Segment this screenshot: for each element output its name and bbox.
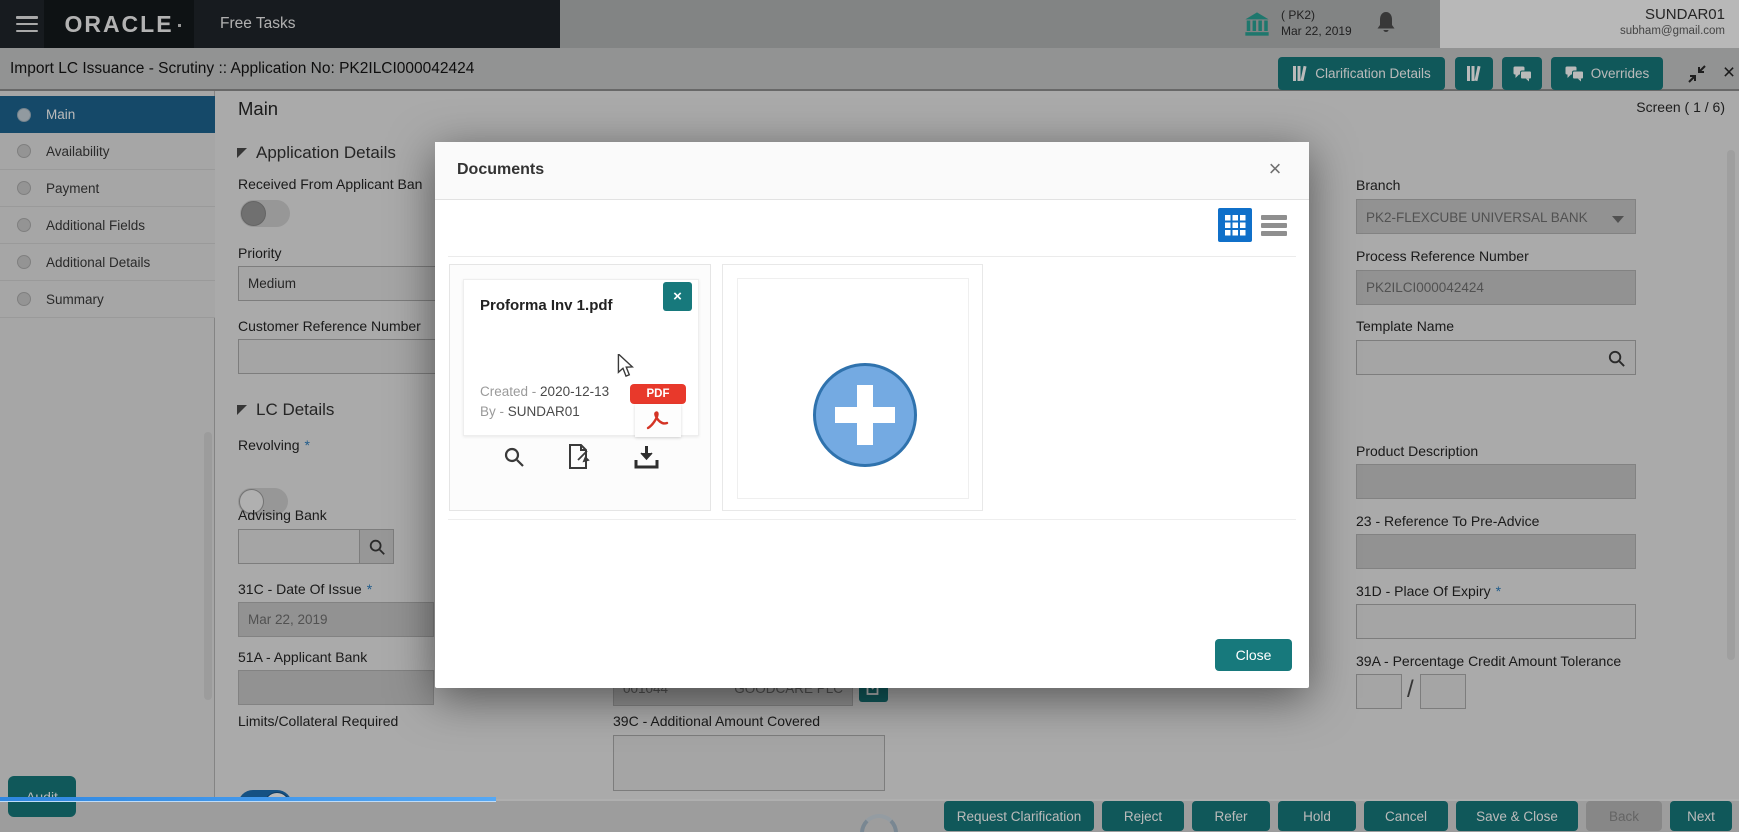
document-tile[interactable]: Proforma Inv 1.pdf × Created - 2020-12-1… <box>463 279 699 437</box>
list-view-toggle[interactable] <box>1261 215 1287 236</box>
documents-modal: Documents × Proforma Inv 1.pdf × Created… <box>435 142 1309 688</box>
mouse-cursor <box>615 354 637 378</box>
pdf-icon: PDF <box>630 384 686 437</box>
document-created: Created - 2020-12-13 <box>480 384 610 399</box>
divider <box>448 256 1296 257</box>
modal-header <box>435 142 1309 200</box>
modal-close-button[interactable]: Close <box>1215 639 1292 671</box>
app-screen: ORACLE Free Tasks ( PK2) Mar 22, 2019 SU… <box>0 0 1739 832</box>
add-document-card <box>722 264 983 511</box>
document-card: Proforma Inv 1.pdf × Created - 2020-12-1… <box>449 264 711 511</box>
grid-view-toggle[interactable] <box>1218 208 1252 242</box>
add-document-plus-icon[interactable] <box>813 363 917 467</box>
document-name: Proforma Inv 1.pdf <box>480 297 613 314</box>
document-actions <box>450 443 712 471</box>
modal-title: Documents <box>457 161 545 178</box>
add-document-dropzone[interactable] <box>737 278 969 499</box>
download-document-icon[interactable] <box>633 444 660 470</box>
modal-close-icon[interactable]: × <box>1263 156 1287 182</box>
grid-icon <box>1224 214 1245 235</box>
document-author: By - SUNDAR01 <box>480 404 580 419</box>
divider <box>448 519 1296 520</box>
remove-document-button[interactable]: × <box>663 282 692 311</box>
preview-document-icon[interactable] <box>502 445 526 469</box>
edit-document-icon[interactable] <box>566 443 593 471</box>
